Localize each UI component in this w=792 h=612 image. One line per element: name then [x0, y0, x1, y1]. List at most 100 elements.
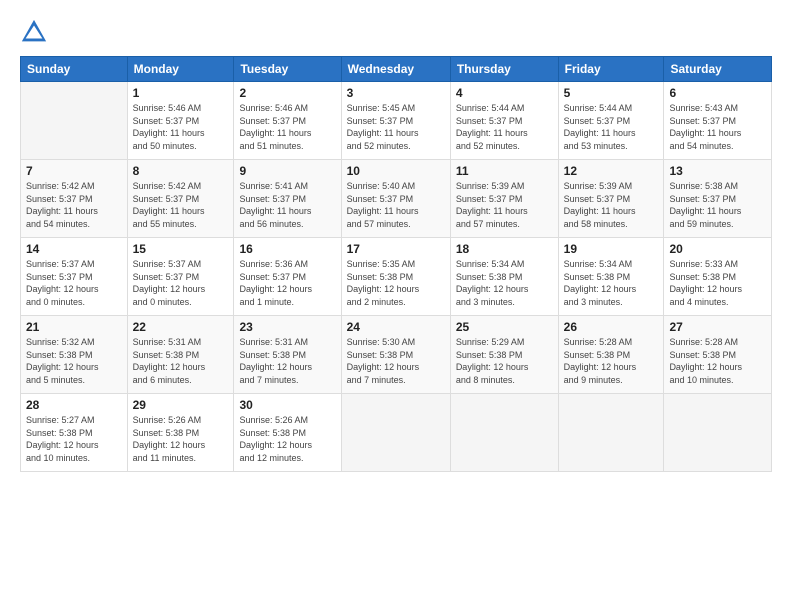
day-number: 1 — [133, 86, 229, 100]
day-info: Sunrise: 5:44 AM Sunset: 5:37 PM Dayligh… — [456, 102, 553, 152]
day-number: 10 — [347, 164, 445, 178]
calendar-cell — [341, 394, 450, 472]
day-info: Sunrise: 5:26 AM Sunset: 5:38 PM Dayligh… — [133, 414, 229, 464]
calendar-cell: 11 Sunrise: 5:39 AM Sunset: 5:37 PM Dayli… — [450, 160, 558, 238]
calendar-cell: 12 Sunrise: 5:39 AM Sunset: 5:37 PM Dayli… — [558, 160, 664, 238]
day-number: 9 — [239, 164, 335, 178]
calendar-cell: 14 Sunrise: 5:37 AM Sunset: 5:37 PM Dayli… — [21, 238, 128, 316]
day-info: Sunrise: 5:43 AM Sunset: 5:37 PM Dayligh… — [669, 102, 766, 152]
day-number: 14 — [26, 242, 122, 256]
logo-icon — [20, 18, 48, 46]
calendar-week-3: 14 Sunrise: 5:37 AM Sunset: 5:37 PM Dayli… — [21, 238, 772, 316]
day-number: 21 — [26, 320, 122, 334]
calendar-cell: 15 Sunrise: 5:37 AM Sunset: 5:37 PM Dayli… — [127, 238, 234, 316]
day-info: Sunrise: 5:37 AM Sunset: 5:37 PM Dayligh… — [133, 258, 229, 308]
day-number: 27 — [669, 320, 766, 334]
day-info: Sunrise: 5:46 AM Sunset: 5:37 PM Dayligh… — [239, 102, 335, 152]
day-number: 7 — [26, 164, 122, 178]
day-info: Sunrise: 5:45 AM Sunset: 5:37 PM Dayligh… — [347, 102, 445, 152]
weekday-header-saturday: Saturday — [664, 57, 772, 82]
calendar-cell: 18Sunrise: 5:34 AM Sunset: 5:38 PM Dayli… — [450, 238, 558, 316]
day-number: 19 — [564, 242, 659, 256]
day-number: 5 — [564, 86, 659, 100]
day-info: Sunrise: 5:39 AM Sunset: 5:37 PM Dayligh… — [456, 180, 553, 230]
day-info: Sunrise: 5:33 AM Sunset: 5:38 PM Dayligh… — [669, 258, 766, 308]
logo — [20, 18, 52, 46]
day-number: 8 — [133, 164, 229, 178]
day-number: 22 — [133, 320, 229, 334]
day-number: 28 — [26, 398, 122, 412]
day-info: Sunrise: 5:31 AM Sunset: 5:38 PM Dayligh… — [133, 336, 229, 386]
weekday-header-friday: Friday — [558, 57, 664, 82]
day-number: 4 — [456, 86, 553, 100]
day-number: 26 — [564, 320, 659, 334]
day-info: Sunrise: 5:41 AM Sunset: 5:37 PM Dayligh… — [239, 180, 335, 230]
day-number: 18 — [456, 242, 553, 256]
calendar-cell: 8 Sunrise: 5:42 AM Sunset: 5:37 PM Daylig… — [127, 160, 234, 238]
calendar-week-1: 1 Sunrise: 5:46 AM Sunset: 5:37 PM Daylig… — [21, 82, 772, 160]
weekday-header-wednesday: Wednesday — [341, 57, 450, 82]
day-info: Sunrise: 5:36 AM Sunset: 5:37 PM Dayligh… — [239, 258, 335, 308]
calendar-week-2: 7 Sunrise: 5:42 AM Sunset: 5:37 PM Daylig… — [21, 160, 772, 238]
calendar-cell: 27 Sunrise: 5:28 AM Sunset: 5:38 PM Dayli… — [664, 316, 772, 394]
day-number: 25 — [456, 320, 553, 334]
day-info: Sunrise: 5:28 AM Sunset: 5:38 PM Dayligh… — [669, 336, 766, 386]
day-info: Sunrise: 5:28 AM Sunset: 5:38 PM Dayligh… — [564, 336, 659, 386]
calendar-cell: 17 Sunrise: 5:35 AM Sunset: 5:38 PM Dayli… — [341, 238, 450, 316]
calendar-cell: 1 Sunrise: 5:46 AM Sunset: 5:37 PM Daylig… — [127, 82, 234, 160]
day-number: 3 — [347, 86, 445, 100]
calendar-week-5: 28Sunrise: 5:27 AM Sunset: 5:38 PM Dayli… — [21, 394, 772, 472]
day-info: Sunrise: 5:39 AM Sunset: 5:37 PM Dayligh… — [564, 180, 659, 230]
header — [20, 18, 772, 46]
weekday-header-row: SundayMondayTuesdayWednesdayThursdayFrid… — [21, 57, 772, 82]
calendar-cell — [664, 394, 772, 472]
day-info: Sunrise: 5:35 AM Sunset: 5:38 PM Dayligh… — [347, 258, 445, 308]
day-info: Sunrise: 5:46 AM Sunset: 5:37 PM Dayligh… — [133, 102, 229, 152]
calendar-cell: 6 Sunrise: 5:43 AM Sunset: 5:37 PM Daylig… — [664, 82, 772, 160]
day-number: 16 — [239, 242, 335, 256]
day-number: 17 — [347, 242, 445, 256]
calendar-cell: 26 Sunrise: 5:28 AM Sunset: 5:38 PM Dayli… — [558, 316, 664, 394]
day-number: 12 — [564, 164, 659, 178]
calendar-cell — [21, 82, 128, 160]
day-info: Sunrise: 5:40 AM Sunset: 5:37 PM Dayligh… — [347, 180, 445, 230]
calendar-cell: 9 Sunrise: 5:41 AM Sunset: 5:37 PM Daylig… — [234, 160, 341, 238]
calendar-cell: 29 Sunrise: 5:26 AM Sunset: 5:38 PM Dayli… — [127, 394, 234, 472]
day-info: Sunrise: 5:29 AM Sunset: 5:38 PM Dayligh… — [456, 336, 553, 386]
day-info: Sunrise: 5:30 AM Sunset: 5:38 PM Dayligh… — [347, 336, 445, 386]
day-number: 23 — [239, 320, 335, 334]
day-info: Sunrise: 5:42 AM Sunset: 5:37 PM Dayligh… — [26, 180, 122, 230]
day-info: Sunrise: 5:34 AM Sunset: 5:38 PM Dayligh… — [564, 258, 659, 308]
calendar-table: SundayMondayTuesdayWednesdayThursdayFrid… — [20, 56, 772, 472]
day-number: 6 — [669, 86, 766, 100]
day-number: 29 — [133, 398, 229, 412]
calendar-week-4: 21Sunrise: 5:32 AM Sunset: 5:38 PM Dayli… — [21, 316, 772, 394]
day-info: Sunrise: 5:42 AM Sunset: 5:37 PM Dayligh… — [133, 180, 229, 230]
calendar-cell: 25 Sunrise: 5:29 AM Sunset: 5:38 PM Dayli… — [450, 316, 558, 394]
day-info: Sunrise: 5:37 AM Sunset: 5:37 PM Dayligh… — [26, 258, 122, 308]
calendar-cell: 5 Sunrise: 5:44 AM Sunset: 5:37 PM Daylig… — [558, 82, 664, 160]
calendar-cell — [450, 394, 558, 472]
day-number: 11 — [456, 164, 553, 178]
calendar-cell: 30Sunrise: 5:26 AM Sunset: 5:38 PM Dayli… — [234, 394, 341, 472]
weekday-header-tuesday: Tuesday — [234, 57, 341, 82]
calendar-cell: 3 Sunrise: 5:45 AM Sunset: 5:37 PM Daylig… — [341, 82, 450, 160]
weekday-header-sunday: Sunday — [21, 57, 128, 82]
day-number: 15 — [133, 242, 229, 256]
calendar-cell: 22 Sunrise: 5:31 AM Sunset: 5:38 PM Dayli… — [127, 316, 234, 394]
day-number: 13 — [669, 164, 766, 178]
calendar-cell — [558, 394, 664, 472]
calendar-cell: 16 Sunrise: 5:36 AM Sunset: 5:37 PM Dayli… — [234, 238, 341, 316]
day-number: 20 — [669, 242, 766, 256]
calendar-cell: 2 Sunrise: 5:46 AM Sunset: 5:37 PM Daylig… — [234, 82, 341, 160]
day-info: Sunrise: 5:31 AM Sunset: 5:38 PM Dayligh… — [239, 336, 335, 386]
day-number: 2 — [239, 86, 335, 100]
page: SundayMondayTuesdayWednesdayThursdayFrid… — [0, 0, 792, 612]
day-number: 24 — [347, 320, 445, 334]
calendar-body: 1 Sunrise: 5:46 AM Sunset: 5:37 PM Daylig… — [21, 82, 772, 472]
day-info: Sunrise: 5:38 AM Sunset: 5:37 PM Dayligh… — [669, 180, 766, 230]
day-number: 30 — [239, 398, 335, 412]
day-info: Sunrise: 5:44 AM Sunset: 5:37 PM Dayligh… — [564, 102, 659, 152]
calendar-cell: 7 Sunrise: 5:42 AM Sunset: 5:37 PM Daylig… — [21, 160, 128, 238]
calendar-cell: 13 Sunrise: 5:38 AM Sunset: 5:37 PM Dayli… — [664, 160, 772, 238]
